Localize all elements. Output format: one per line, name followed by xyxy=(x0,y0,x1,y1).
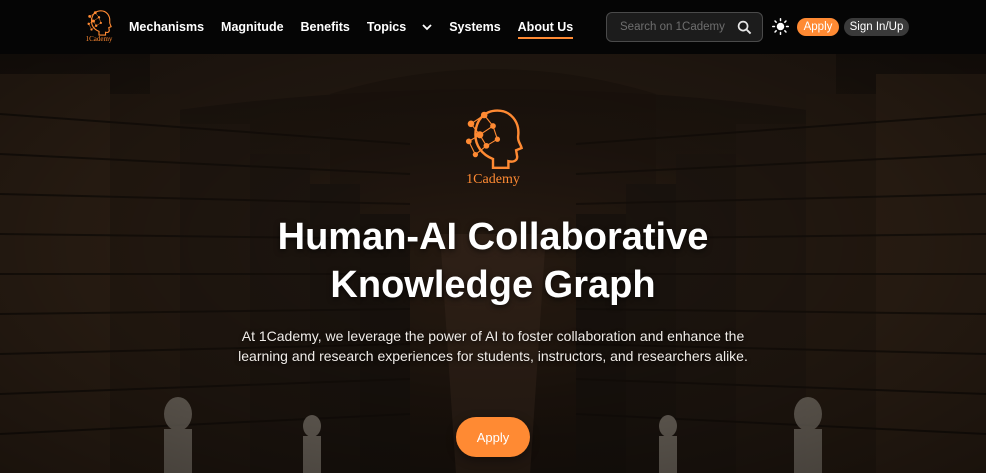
hero-apply-button[interactable]: Apply xyxy=(456,417,530,457)
hero-title-line-1: Human-AI Collaborative xyxy=(277,216,709,258)
header-apply-button[interactable]: Apply xyxy=(797,18,839,36)
brand-logo[interactable]: 1Cademy xyxy=(82,8,116,46)
nav-link-topics-label: Topics xyxy=(366,20,407,34)
hero-subtitle-line-1: At 1Cademy, we leverage the power of AI … xyxy=(241,328,745,344)
nav-link-about-us[interactable]: About Us xyxy=(517,16,573,39)
hero-brand-name: 1Cademy xyxy=(466,172,520,187)
search-input[interactable] xyxy=(620,21,732,33)
head-network-logo-icon xyxy=(87,10,112,36)
hero-subtitle: At 1Cademy, we leverage the power of AI … xyxy=(228,326,758,366)
sign-in-button[interactable]: Sign In/Up xyxy=(844,18,909,36)
chevron-down-icon[interactable] xyxy=(422,23,432,31)
search-box xyxy=(606,12,763,42)
hero-logo: 1Cademy xyxy=(458,104,528,188)
nav-link-systems[interactable]: Systems xyxy=(449,16,500,38)
nav-links: Mechanisms Magnitude Benefits Topics Sys… xyxy=(129,0,590,54)
nav-link-benefits[interactable]: Benefits xyxy=(301,16,350,38)
top-navbar: 1Cademy Mechanisms Magnitude Benefits To… xyxy=(0,0,986,54)
nav-link-magnitude[interactable]: Magnitude xyxy=(221,16,284,38)
head-network-logo-icon xyxy=(465,109,524,170)
hero-title: Human-AI Collaborative Knowledge Graph xyxy=(0,213,986,309)
brand-name: 1Cademy xyxy=(85,35,113,43)
search-icon[interactable] xyxy=(737,20,752,35)
nav-link-mechanisms[interactable]: Mechanisms xyxy=(129,16,204,38)
hero-title-line-2: Knowledge Graph xyxy=(330,264,656,306)
hero-subtitle-line-2: learning and research experiences for st… xyxy=(238,348,748,364)
nav-link-topics[interactable]: Topics xyxy=(367,16,432,38)
sun-icon[interactable] xyxy=(772,18,789,35)
hero-section: 1Cademy Human-AI Collaborative Knowledge… xyxy=(0,54,986,473)
